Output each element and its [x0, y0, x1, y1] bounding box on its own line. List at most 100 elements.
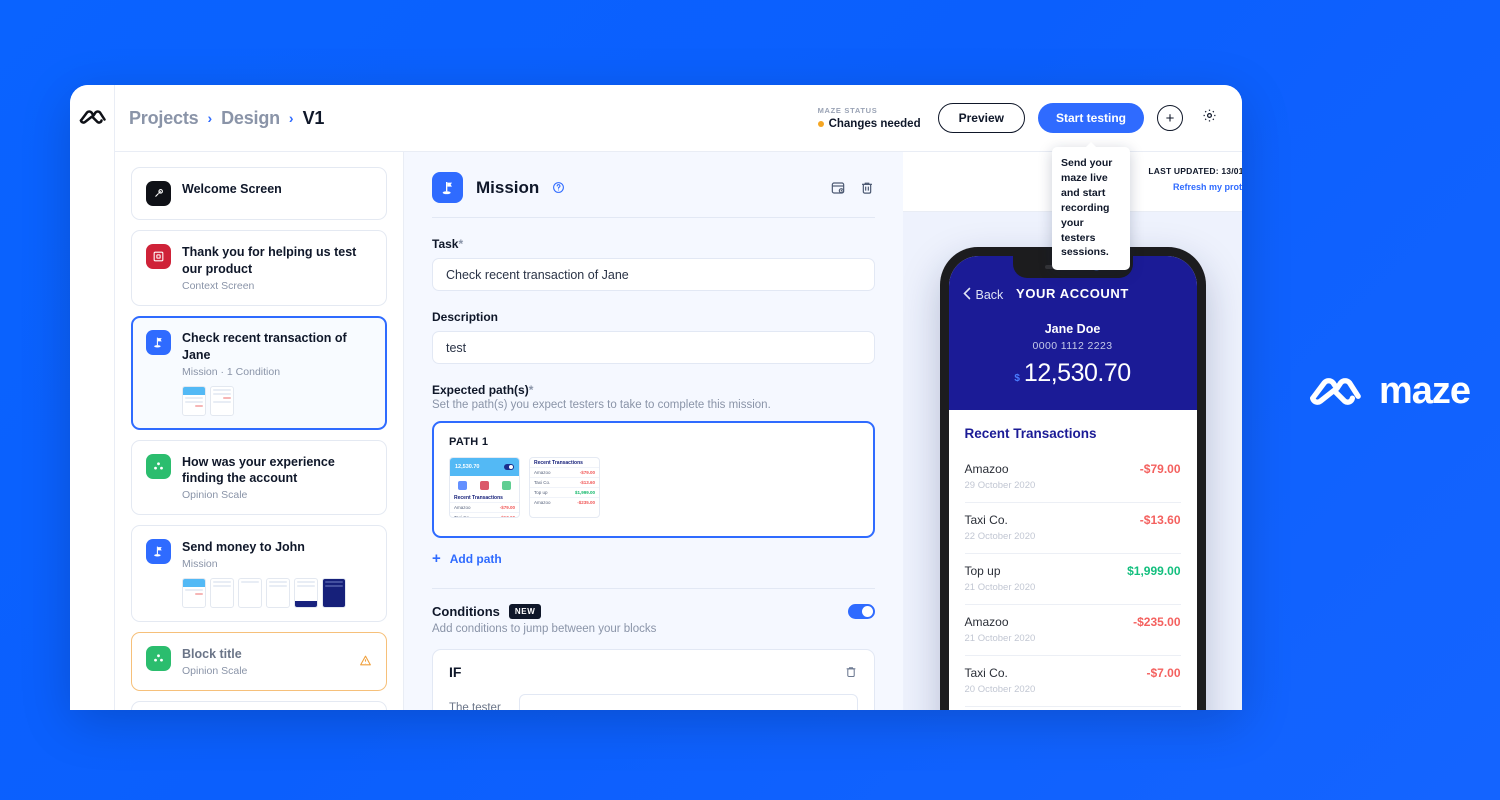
block-card-check-recent-transaction[interactable]: Check recent transaction of Jane Mission… — [131, 315, 387, 430]
description-input[interactable] — [432, 331, 875, 364]
status-dot-icon — [817, 121, 824, 127]
phone-screen[interactable]: Back YOUR ACCOUNT Jane Doe 0000 1112 222… — [948, 256, 1197, 710]
transaction-name: Top up — [964, 564, 1001, 578]
block-card-send-money-to-john[interactable]: Send money to John Mission — [131, 525, 387, 623]
currency-symbol: $ — [1014, 373, 1020, 384]
account-number: 0000 1112 2223 — [1032, 340, 1113, 352]
breadcrumb-item-design[interactable]: Design — [221, 108, 280, 129]
row-value: -$79.00 — [579, 470, 595, 475]
conditions-help: Add conditions to jump between your bloc… — [432, 623, 657, 635]
block-title: How was your experience finding the acco… — [182, 454, 335, 486]
transaction-name: Amazoo — [964, 615, 1009, 629]
last-updated-label: LAST UPDATED: 13/01 04:0 — [1148, 166, 1242, 176]
block-subtitle: Opinion Scale — [182, 665, 248, 677]
add-path-label: Add path — [449, 551, 502, 566]
trash-icon[interactable] — [844, 665, 858, 679]
row-name: Taxi Co. — [454, 515, 471, 518]
transaction-row[interactable]: Taxi Co. 22 October 2020 -$13.60 — [964, 503, 1181, 554]
row-value: -$235.00 — [577, 500, 595, 505]
transaction-name: Taxi Co. — [964, 666, 1008, 680]
task-input[interactable] — [432, 258, 875, 291]
app-window: Projects › Design › V1 MAZE STATUS Chang… — [70, 85, 1242, 710]
row-name: Amazoo — [534, 500, 551, 505]
add-path-button[interactable]: + Add path — [432, 551, 875, 566]
new-badge: NEW — [508, 604, 542, 619]
opinion-scale-icon — [146, 453, 171, 479]
block-subtitle: Context Screen — [182, 279, 255, 292]
transaction-row[interactable]: Amazoo 21 October 2020 -$235.00 — [964, 605, 1181, 656]
block-title: Check recent transaction of Jane — [182, 330, 347, 362]
preview-stage: Back YOUR ACCOUNT Jane Doe 0000 1112 222… — [903, 212, 1242, 710]
maze-status: MAZE STATUS Changes needed — [817, 106, 921, 130]
editor-header-actions — [830, 180, 875, 196]
path-screen-balance: 12,530.70 — [455, 464, 480, 470]
send-icon — [501, 481, 511, 490]
path-label: PATH 1 — [449, 436, 489, 448]
breadcrumb-item-v1[interactable]: V1 — [303, 108, 325, 129]
transaction-row[interactable]: Very Good Company -$249.00 — [965, 707, 1181, 710]
transaction-amount: -$235.00 — [1133, 615, 1181, 629]
mission-icon — [432, 172, 463, 203]
transaction-info: Taxi Co. 22 October 2020 — [965, 513, 1036, 542]
path-screen-thumbnail[interactable]: Recent Transactions Amazoo -$79.00 Taxi C… — [529, 457, 600, 518]
back-label: Back — [975, 288, 1004, 302]
block-card-block-title[interactable]: Block title Opinion Scale — [131, 632, 387, 691]
thumbnail[interactable] — [210, 578, 234, 609]
block-card-request-money-from-mary[interactable]: Request money from Mary Mission — [131, 701, 387, 710]
blocks-sidebar[interactable]: Welcome Screen Thank you for helping us … — [115, 152, 404, 710]
start-testing-button[interactable]: Start testing Send your maze live and st… — [1037, 103, 1144, 271]
maze-logo-icon — [1305, 373, 1363, 411]
transaction-date: 29 October 2020 — [964, 480, 1036, 491]
thumbnail[interactable] — [210, 385, 234, 416]
question-circle-icon[interactable] — [552, 181, 565, 194]
path-screen-list-title: Recent Transactions — [534, 460, 583, 466]
if-label: IF — [449, 664, 462, 680]
block-card-context-screen[interactable]: Thank you for helping us test our produc… — [131, 230, 387, 306]
maze-logo-icon[interactable] — [77, 107, 107, 125]
chevron-right-icon: › — [288, 110, 294, 126]
card-icon — [479, 481, 489, 490]
thumbnail[interactable] — [182, 385, 206, 416]
preview-button[interactable]: Preview — [937, 103, 1025, 133]
if-condition-select[interactable] — [518, 694, 858, 710]
block-title: Welcome Screen — [182, 182, 282, 196]
transaction-row[interactable]: Taxi Co. 20 October 2020 -$7.00 — [964, 656, 1181, 707]
path-screen-thumbnail[interactable]: 12,530.70 Recent Transactions Amazoo -$79… — [449, 457, 520, 518]
block-card-opinion-scale-experience[interactable]: How was your experience finding the acco… — [131, 439, 387, 516]
brand-lockup: maze — [1305, 370, 1471, 413]
transaction-amount: -$13.60 — [1139, 513, 1181, 527]
conditions-text: Conditions NEW Add conditions to jump be… — [432, 604, 656, 635]
transaction-row[interactable]: Amazoo 29 October 2020 -$79.00 — [964, 452, 1181, 503]
path-screens: 12,530.70 Recent Transactions Amazoo -$79… — [449, 457, 858, 518]
thumbnail[interactable] — [182, 578, 206, 609]
trash-icon[interactable] — [859, 180, 875, 196]
transaction-date: 21 October 2020 — [964, 633, 1036, 644]
expected-paths-help: Set the path(s) you expect testers to ta… — [432, 399, 771, 411]
plus-icon: + — [1165, 109, 1175, 127]
transactions-list: Recent Transactions Amazoo 29 October 20… — [949, 410, 1197, 710]
add-button[interactable]: + — [1157, 105, 1183, 131]
start-testing-tooltip: Send your maze live and start recording … — [1051, 141, 1130, 271]
transaction-row[interactable]: Top up 21 October 2020 $1,999.00 — [964, 554, 1181, 605]
block-title: Thank you for helping us test our produc… — [182, 245, 357, 276]
gear-icon — [1202, 108, 1217, 128]
thumbnail[interactable] — [322, 578, 346, 609]
block-card-welcome-screen[interactable]: Welcome Screen — [131, 167, 387, 220]
back-button[interactable]: Back — [962, 287, 1004, 303]
mission-icon — [146, 329, 171, 355]
path-screen-row: Amazoo -$79.00 — [450, 502, 519, 512]
if-row: IF — [449, 664, 858, 680]
breadcrumb-item-projects[interactable]: Projects — [129, 108, 199, 129]
thumbnail[interactable] — [266, 578, 290, 609]
thumbnail[interactable] — [294, 578, 318, 609]
chevron-right-icon: › — [207, 110, 213, 126]
settings-button[interactable] — [1196, 105, 1222, 131]
path-screen-row: Amazoo -$79.00 — [530, 467, 599, 477]
path-1-card[interactable]: PATH 1 12,530.70 Recent Transactions Ama… — [432, 421, 875, 538]
conditions-toggle[interactable] — [848, 604, 875, 619]
task-label-text: Task — [432, 237, 459, 251]
duplicate-icon[interactable] — [830, 180, 846, 196]
path-screen-row: Top up $1,999.00 — [530, 487, 599, 497]
thumbnail[interactable] — [238, 578, 262, 609]
refresh-prototype-button[interactable]: Refresh my prototype — [1173, 182, 1242, 192]
